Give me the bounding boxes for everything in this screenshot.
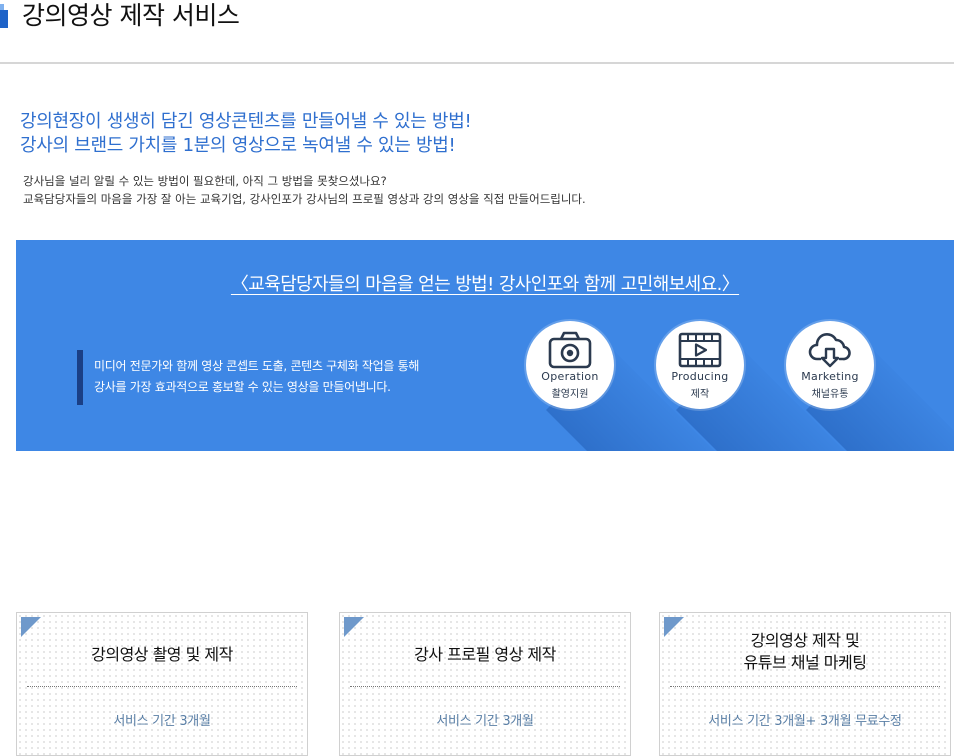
card-title: 강의영상 제작 및 유튜브 채널 마케팅 bbox=[660, 630, 950, 674]
card-title: 강사 프로필 영상 제작 bbox=[340, 644, 630, 666]
card-corner-marker bbox=[21, 617, 41, 637]
service-en-label: Producing bbox=[671, 370, 729, 383]
header-divider bbox=[0, 62, 954, 64]
headline-line-1: 강의현장이 생생히 담긴 영상콘텐츠를 만들어낼 수 있는 방법! bbox=[20, 111, 472, 132]
card-title-line-1: 강사 프로필 영상 제작 bbox=[414, 645, 556, 664]
banner-title: 〈교육담당자들의 마음을 얻는 방법! 강사인포와 함께 고민해보세요.〉 bbox=[230, 274, 740, 295]
service-en-label: Marketing bbox=[801, 370, 859, 383]
card-service-period: 서비스 기간 3개월 bbox=[113, 714, 211, 729]
card-corner-marker bbox=[344, 617, 364, 637]
card-divider bbox=[670, 686, 940, 687]
service-card-lecture-video[interactable]: 강의영상 촬영 및 제작 서비스 기간 3개월 bbox=[16, 612, 308, 756]
card-title: 강의영상 촬영 및 제작 bbox=[17, 644, 307, 666]
headline-line-2: 강사의 브랜드 가치를 1분의 영상으로 녹여낼 수 있는 방법! bbox=[20, 135, 456, 156]
cloud-download-icon bbox=[808, 333, 851, 368]
service-marketing: Marketing 채널유통 bbox=[786, 321, 874, 409]
card-title-line-2: 유튜브 채널 마케팅 bbox=[743, 653, 867, 672]
camera-icon bbox=[548, 331, 592, 369]
card-service-period: 서비스 기간 3개월+ 3개월 무료수정 bbox=[708, 714, 902, 729]
service-ko-label: 채널유통 bbox=[811, 389, 849, 400]
title-marker bbox=[0, 4, 8, 28]
banner-description: 미디어 전문가와 함께 영상 콘셉트 도출, 콘텐츠 구체화 작업을 통해 강사… bbox=[94, 356, 419, 398]
page-header: 강의영상 제작 서비스 bbox=[0, 0, 954, 64]
service-card-profile-video[interactable]: 강사 프로필 영상 제작 서비스 기간 3개월 bbox=[339, 612, 631, 756]
card-service-period: 서비스 기간 3개월 bbox=[436, 714, 534, 729]
page-title: 강의영상 제작 서비스 bbox=[22, 1, 240, 30]
service-card-youtube-marketing[interactable]: 강의영상 제작 및 유튜브 채널 마케팅 서비스 기간 3개월+ 3개월 무료수… bbox=[659, 612, 951, 756]
service-ko-label: 제작 bbox=[690, 389, 710, 400]
card-divider bbox=[350, 686, 620, 687]
film-play-icon bbox=[678, 332, 722, 368]
banner-accent-bar bbox=[77, 350, 83, 405]
intro-line-1: 강사님을 널리 알릴 수 있는 방법이 필요한데, 아직 그 방법을 못찾으셨나… bbox=[23, 174, 387, 188]
card-divider bbox=[27, 686, 297, 687]
intro-text: 강사님을 널리 알릴 수 있는 방법이 필요한데, 아직 그 방법을 못찾으셨나… bbox=[23, 172, 586, 208]
service-en-label: Operation bbox=[541, 370, 599, 383]
service-banner: 〈교육담당자들의 마음을 얻는 방법! 강사인포와 함께 고민해보세요.〉 미디… bbox=[16, 240, 954, 451]
intro-line-2: 교육담당자들의 마음을 가장 잘 아는 교육기업, 강사인포가 강사님의 프로필… bbox=[23, 192, 586, 206]
card-title-line-1: 강의영상 촬영 및 제작 bbox=[91, 645, 233, 664]
card-title-line-1: 강의영상 제작 및 bbox=[750, 631, 860, 650]
headline: 강의현장이 생생히 담긴 영상콘텐츠를 만들어낼 수 있는 방법! 강사의 브랜… bbox=[20, 110, 472, 158]
service-producing: Producing 제작 bbox=[656, 321, 744, 409]
banner-text-line-1: 미디어 전문가와 함께 영상 콘셉트 도출, 콘텐츠 구체화 작업을 통해 bbox=[94, 359, 420, 373]
banner-text-line-2: 강사를 가장 효과적으로 홍보할 수 있는 영상을 만들어냅니다. bbox=[94, 380, 391, 394]
service-ko-label: 촬영지원 bbox=[551, 389, 589, 400]
service-operation: Operation 촬영지원 bbox=[526, 321, 614, 409]
